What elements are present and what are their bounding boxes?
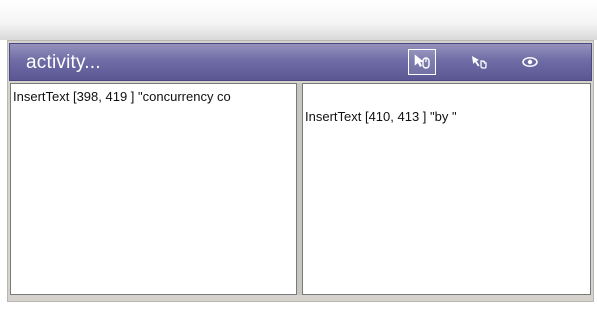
panel-content: InsertText [398, 419 ] "concurrency co I… [10, 83, 591, 295]
activity-panel: activity... InsertText [398, 419] "conc… [7, 40, 594, 302]
eye-view-button[interactable] [516, 49, 544, 75]
eye-icon [522, 57, 538, 67]
left-activity-pane[interactable]: InsertText [398, 419 ] "concurrency co [10, 83, 297, 295]
hand-pointer-button[interactable] [465, 49, 493, 75]
panel-title: activity... [26, 52, 101, 73]
top-toolbar-strip [0, 0, 597, 40]
mouse-cursor-icon [414, 54, 430, 69]
left-pane-entry: InsertText [398, 419 ] "concurrency co [13, 89, 231, 104]
panel-header: activity... [9, 43, 592, 81]
right-pane-entry: InsertText [410, 413 ] "by " [305, 109, 457, 124]
mouse-mode-button[interactable] [408, 49, 436, 75]
hand-pointer-icon [472, 56, 487, 69]
right-activity-pane[interactable]: InsertText [410, 413 ] "by " [302, 83, 591, 295]
screen: activity... InsertText [398, 419] "conc… [0, 0, 597, 310]
